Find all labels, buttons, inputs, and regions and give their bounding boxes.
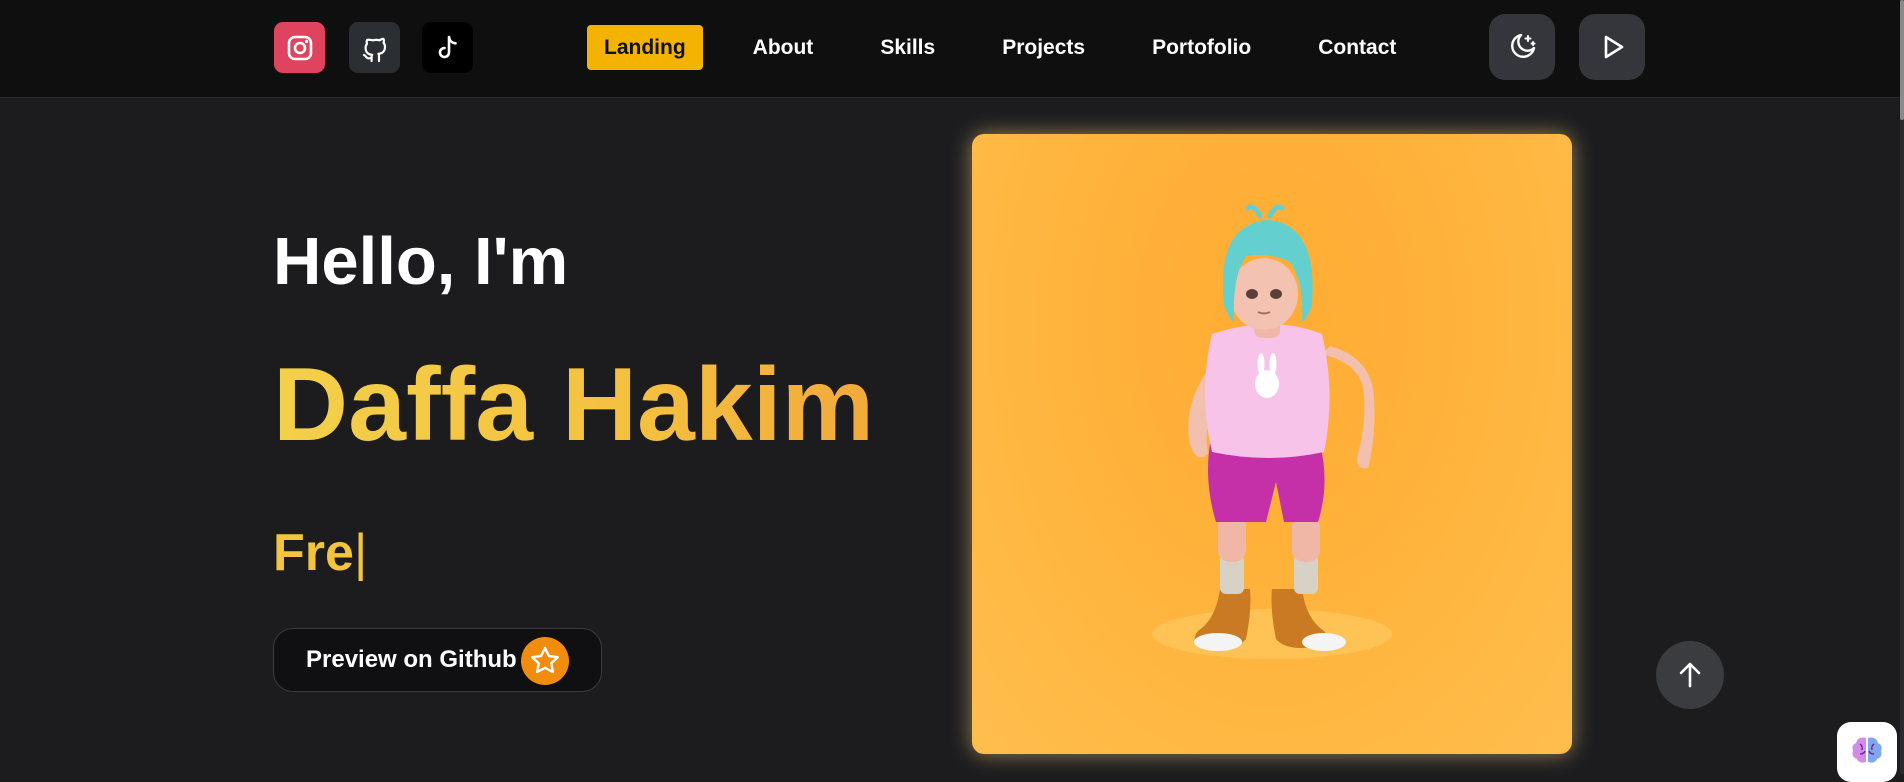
play-icon	[1604, 35, 1624, 59]
brain-icon	[1852, 737, 1882, 763]
github-icon	[362, 37, 386, 62]
arrow-up-icon	[1679, 662, 1701, 688]
nav-portofolio[interactable]: Portofolio	[1135, 25, 1268, 70]
preview-github-label: Preview on Github	[306, 646, 517, 673]
scroll-to-top-button[interactable]	[1656, 641, 1724, 709]
theme-toggle-button[interactable]	[1489, 14, 1555, 80]
nav-skills[interactable]: Skills	[863, 25, 952, 70]
hero-greeting: Hello, I'm	[273, 224, 569, 299]
moon-stars-icon	[1511, 33, 1536, 58]
github-link[interactable]	[349, 22, 400, 73]
scrollbar-thumb[interactable]	[1900, 0, 1904, 120]
typing-caret: |	[353, 524, 368, 582]
nav-contact[interactable]: Contact	[1301, 25, 1413, 70]
star-badge	[521, 637, 569, 685]
avatar-card	[972, 134, 1572, 754]
star-icon	[531, 646, 559, 674]
instagram-icon	[287, 35, 312, 60]
tiktok-icon	[438, 35, 457, 58]
preview-github-button[interactable]: Preview on Github	[273, 628, 602, 692]
instagram-link[interactable]	[274, 22, 325, 73]
assistant-button[interactable]	[1837, 722, 1897, 782]
main-nav: Landing About Skills Projects Portofolio…	[587, 25, 1446, 70]
page-scrollbar[interactable]	[1900, 0, 1904, 774]
3d-avatar-image	[1152, 204, 1392, 659]
nav-projects[interactable]: Projects	[985, 25, 1102, 70]
typed-role-text: Fre|	[273, 522, 367, 584]
nav-landing[interactable]: Landing	[587, 25, 703, 70]
typed-text: Fre	[273, 524, 354, 582]
nav-about[interactable]: About	[736, 25, 831, 70]
top-navbar: Landing About Skills Projects Portofolio…	[0, 0, 1900, 98]
tiktok-link[interactable]	[422, 22, 473, 73]
hero-name: Daffa Hakim	[273, 347, 875, 463]
play-button[interactable]	[1579, 14, 1645, 80]
